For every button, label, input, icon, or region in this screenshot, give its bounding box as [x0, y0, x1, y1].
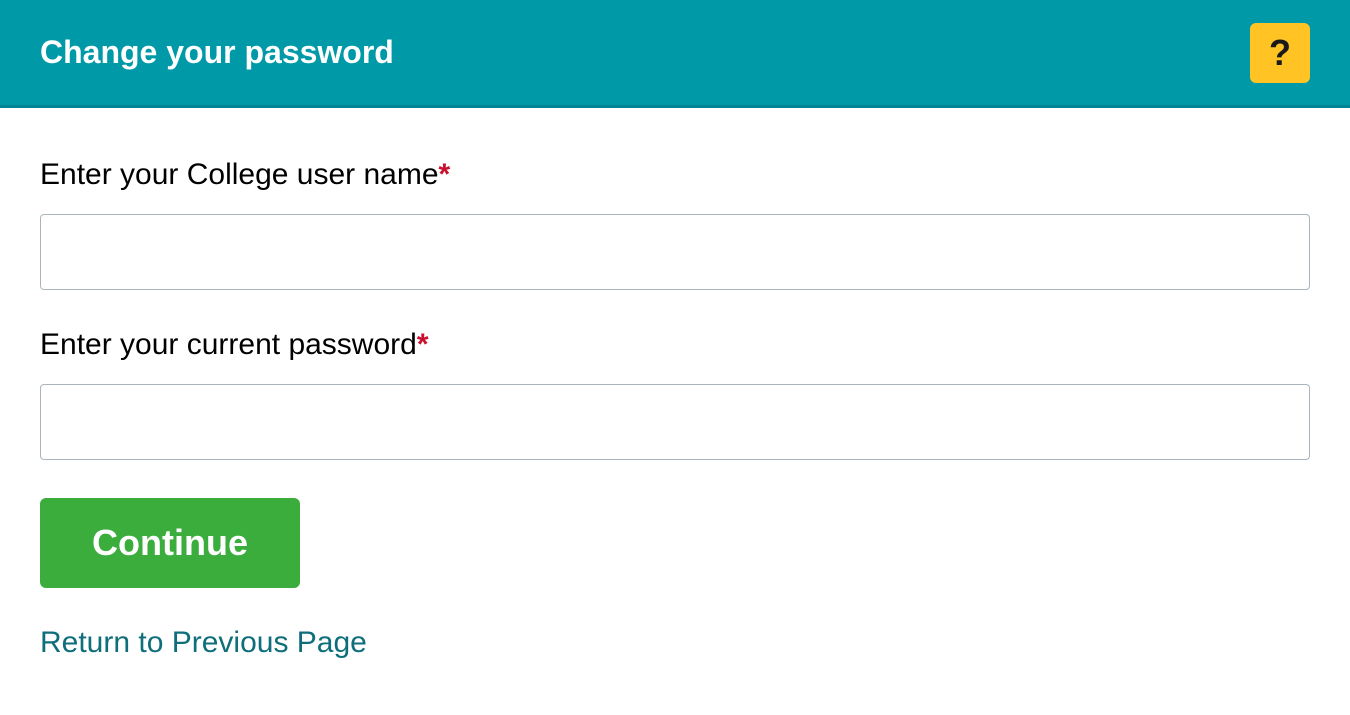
- return-previous-link[interactable]: Return to Previous Page: [40, 626, 367, 660]
- password-label-text: Enter your current password: [40, 328, 417, 361]
- password-group: Enter your current password*: [40, 328, 1310, 460]
- username-input[interactable]: [40, 214, 1310, 290]
- help-icon: ?: [1269, 32, 1291, 74]
- change-password-form: Enter your College user name* Enter your…: [0, 108, 1350, 700]
- page-title: Change your password: [40, 34, 394, 71]
- username-label: Enter your College user name*: [40, 158, 1310, 192]
- password-label: Enter your current password*: [40, 328, 1310, 362]
- page-header: Change your password ?: [0, 0, 1350, 108]
- password-input[interactable]: [40, 384, 1310, 460]
- username-group: Enter your College user name*: [40, 158, 1310, 290]
- help-button[interactable]: ?: [1250, 23, 1310, 83]
- required-asterisk-icon: *: [439, 158, 451, 191]
- username-label-text: Enter your College user name: [40, 158, 439, 191]
- continue-button[interactable]: Continue: [40, 498, 300, 588]
- required-asterisk-icon: *: [417, 328, 429, 361]
